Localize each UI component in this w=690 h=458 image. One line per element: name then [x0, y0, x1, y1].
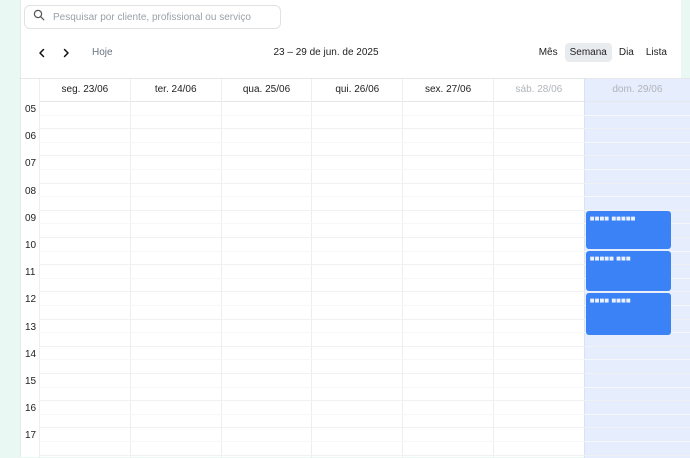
search-icon [33, 8, 45, 26]
hour-label: 17 [25, 430, 37, 442]
day-header: qua. 25/06 [221, 79, 312, 102]
prev-week-button[interactable] [35, 46, 49, 60]
hour-label: 14 [25, 348, 37, 360]
hour-label: 06 [25, 131, 37, 143]
calendar-event[interactable]: ■■■■ ■■■■ [585, 293, 671, 335]
week-grid: 05 06 07 08 09 10 11 12 13 14 15 16 17 seg. 23/06 ter… [19, 78, 690, 458]
view-switcher: Mês Semana Dia Lista [534, 43, 672, 62]
view-month-button[interactable]: Mês [534, 43, 563, 62]
half-hour-gridline [39, 441, 690, 442]
hour-gridline [39, 400, 690, 402]
hour-gridline [39, 345, 690, 347]
day-header: qui. 26/06 [312, 79, 403, 102]
hour-label: 10 [25, 240, 37, 251]
day-header: sáb. 28/06 [494, 79, 584, 102]
hour-label: 05 [25, 104, 37, 115]
day-header: dom. 29/06 [584, 79, 690, 102]
hour-gridline [39, 155, 690, 157]
today-button[interactable]: Hoje [92, 47, 113, 58]
hour-label: 12 [25, 294, 37, 306]
day-header: ter. 24/06 [130, 79, 221, 102]
chevron-left-icon [39, 48, 45, 58]
day-header: sex. 27/06 [403, 79, 493, 102]
hour-gridline [39, 427, 690, 429]
half-hour-gridline [39, 196, 690, 198]
next-week-button[interactable] [59, 46, 73, 60]
view-week-button[interactable]: Semana [564, 43, 612, 62]
day-header: seg. 23/06 [40, 79, 130, 102]
hour-label: 15 [25, 376, 37, 387]
hour-column: 05 06 07 08 09 10 11 12 13 14 15 16 17 [19, 79, 39, 458]
half-hour-gridline [39, 413, 690, 415]
search-box[interactable] [24, 5, 281, 29]
chevron-right-icon [63, 48, 69, 58]
half-hour-gridline [39, 114, 690, 116]
view-list-button[interactable]: Lista [641, 43, 672, 62]
event-title: ■■■■ ■■■■■ [589, 214, 636, 223]
half-hour-gridline [39, 141, 690, 143]
half-hour-gridline [39, 359, 690, 361]
event-title: ■■■■■ ■■■ [589, 254, 631, 263]
calendar-event[interactable]: ■■■■ ■■■■■ [585, 211, 671, 249]
event-title: ■■■■ ■■■■ [589, 296, 631, 305]
search-input[interactable] [51, 10, 275, 24]
calendar-event[interactable]: ■■■■■ ■■■ [585, 251, 671, 291]
half-hour-gridline [39, 169, 690, 170]
hour-label: 11 [25, 267, 36, 279]
view-day-button[interactable]: Dia [614, 43, 639, 62]
hour-label: 13 [25, 321, 37, 333]
half-hour-gridline [39, 386, 690, 388]
hour-label: 08 [25, 185, 37, 197]
hour-gridline [39, 454, 690, 456]
hour-gridline [39, 128, 690, 130]
hour-label: 07 [25, 158, 37, 170]
date-range-title: 23 – 29 de jun. de 2025 [273, 47, 379, 58]
hour-gridline [39, 182, 690, 184]
hour-gridline [39, 373, 690, 374]
hour-label: 16 [25, 403, 37, 415]
hour-label: 09 [25, 212, 37, 224]
